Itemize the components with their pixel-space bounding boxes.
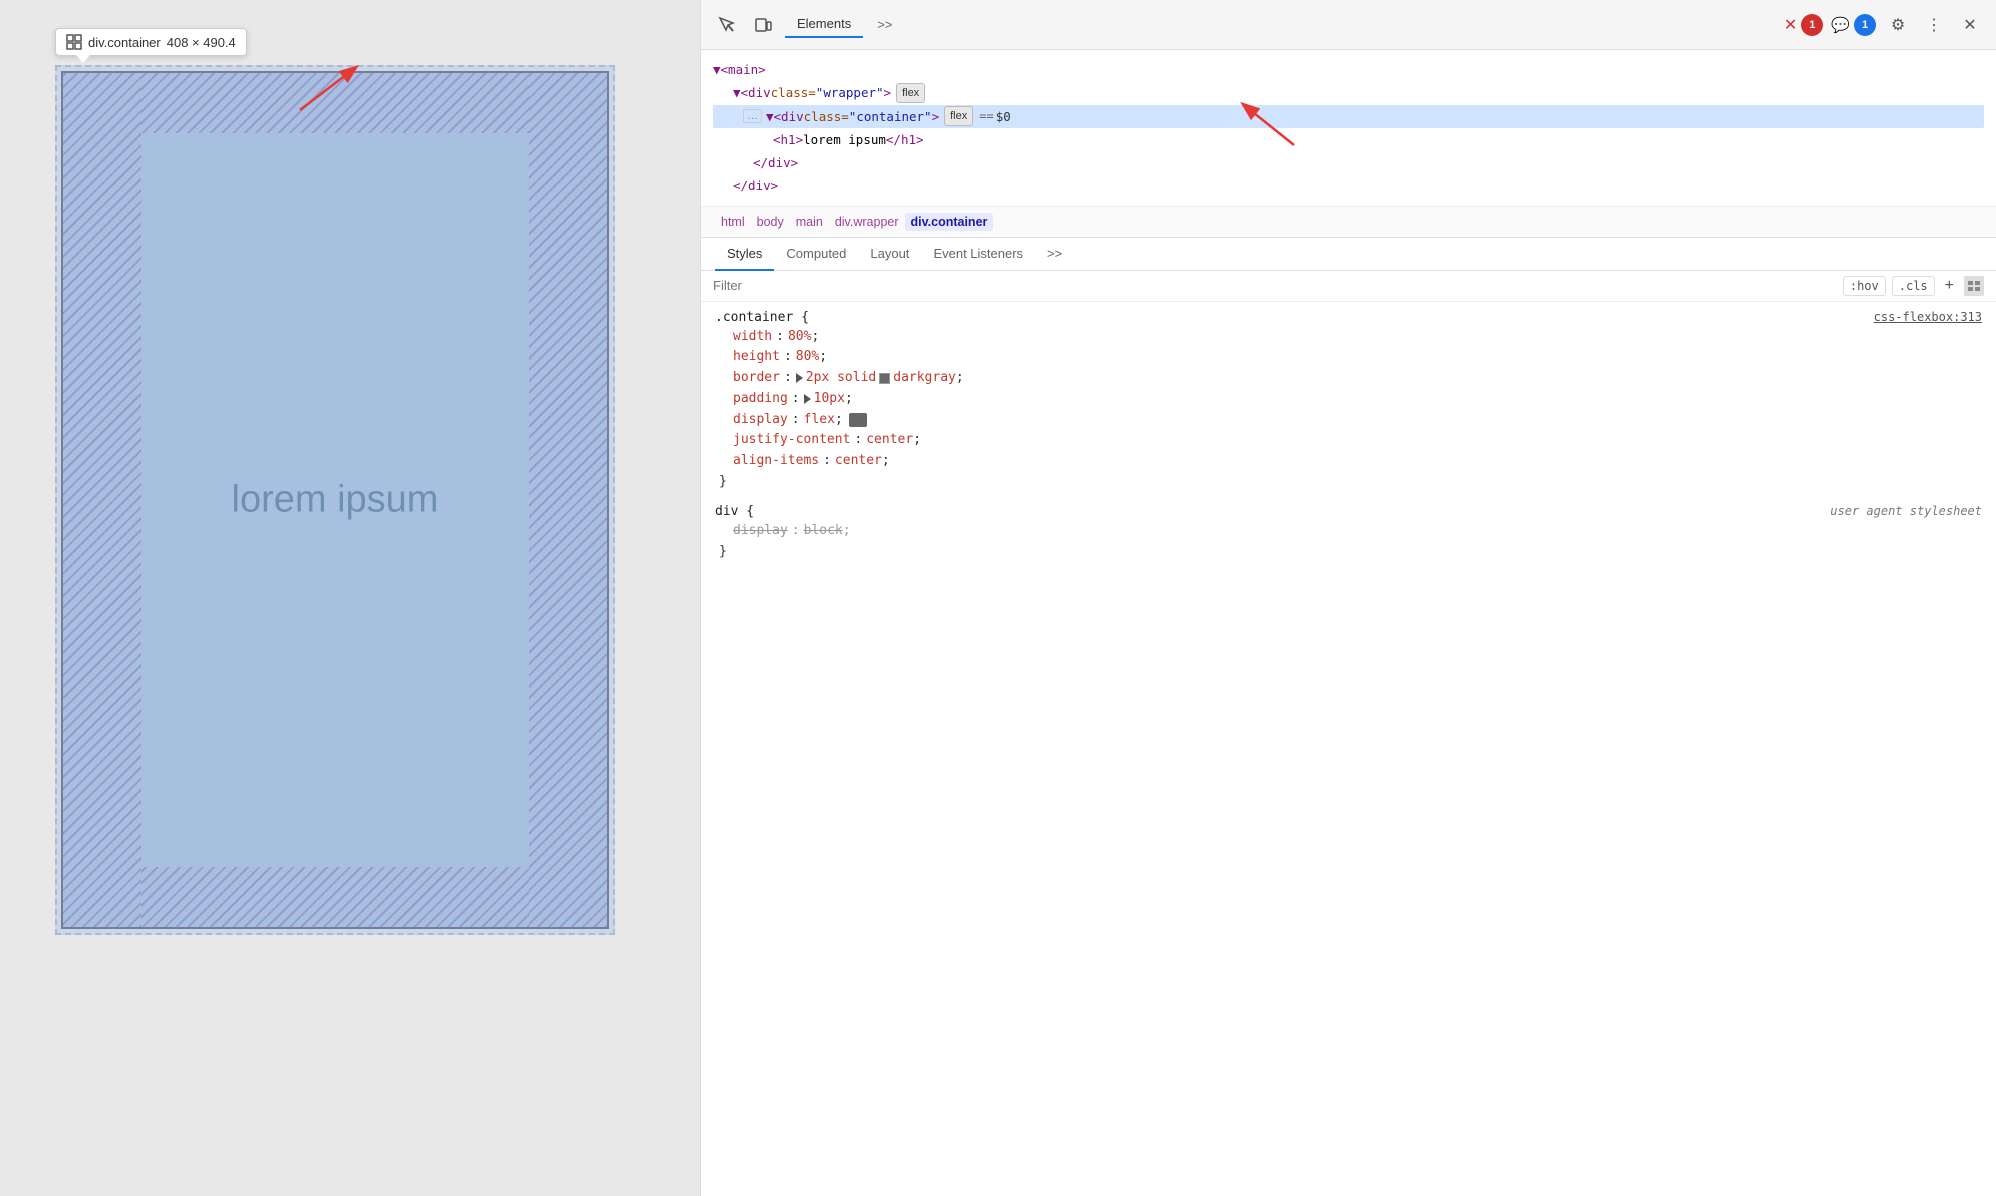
toggle-styles-button[interactable] xyxy=(1964,276,1984,296)
tab-event-listeners[interactable]: Event Listeners xyxy=(921,238,1035,271)
breadcrumb-html[interactable]: html xyxy=(715,213,751,231)
filter-tools: :hov .cls + xyxy=(1843,275,1984,297)
device-toolbar-button[interactable] xyxy=(749,11,777,39)
css-rules-panel: .container { css-flexbox:313 width : 80%… xyxy=(701,302,1996,1196)
padding-bottom-visual xyxy=(141,867,529,927)
breadcrumb: html body main div.wrapper div.container xyxy=(701,207,1996,238)
settings-button[interactable]: ⚙ xyxy=(1884,11,1912,39)
css-prop-padding[interactable]: padding : 10px ; xyxy=(715,389,1982,410)
preview-container: lorem ipsum xyxy=(61,71,609,929)
preview-outer-wrapper: lorem ipsum xyxy=(55,65,615,935)
padding-right-visual xyxy=(529,73,607,927)
css-prop-width[interactable]: width : 80% ; xyxy=(715,327,1982,348)
dom-tree: ▼<main> ▼<div class="wrapper" > flex … ▼… xyxy=(701,50,1996,207)
dom-line-h1[interactable]: <h1> lorem ipsum </h1> xyxy=(713,128,1984,151)
add-style-button[interactable]: + xyxy=(1941,275,1958,297)
css-close-brace-div: } xyxy=(715,542,1982,560)
messages-badge-container[interactable]: 💬 1 xyxy=(1831,14,1876,36)
breadcrumb-main[interactable]: main xyxy=(790,213,829,231)
tab-more[interactable]: >> xyxy=(865,12,904,37)
tab-computed[interactable]: Computed xyxy=(774,238,858,271)
dom-line-main[interactable]: ▼<main> xyxy=(713,58,1984,81)
breadcrumb-divcontainer[interactable]: div.container xyxy=(905,213,994,231)
css-prop-border[interactable]: border : 2px solid darkgray ; xyxy=(715,368,1982,389)
tab-styles[interactable]: Styles xyxy=(715,238,774,271)
messages-badge: 1 xyxy=(1854,14,1876,36)
devtools-header: Elements >> ✕ 1 💬 1 ⚙ ⋮ ✕ xyxy=(701,0,1996,50)
dom-line-close-wrapper[interactable]: </div> xyxy=(713,174,1984,197)
css-selector-container[interactable]: .container { xyxy=(715,310,809,325)
tab-more-sub[interactable]: >> xyxy=(1035,238,1074,271)
css-rule-container: .container { css-flexbox:313 width : 80%… xyxy=(715,310,1982,491)
cls-button[interactable]: .cls xyxy=(1892,276,1935,296)
css-selector-container-line: .container { css-flexbox:313 xyxy=(715,310,1982,325)
border-color-swatch[interactable] xyxy=(879,373,890,384)
css-prop-height[interactable]: height : 80% ; xyxy=(715,347,1982,368)
css-prop-align-items[interactable]: align-items : center ; xyxy=(715,451,1982,472)
flex-layout-icon[interactable] xyxy=(849,413,867,427)
browser-preview: div.container 408 × 490.4 lorem ipsum xyxy=(0,0,700,1196)
breadcrumb-body[interactable]: body xyxy=(751,213,790,231)
padding-left-visual xyxy=(63,73,141,927)
css-prop-display-struck[interactable]: display : block ; xyxy=(715,521,1982,542)
inspect-button[interactable] xyxy=(713,11,741,39)
errors-badge-container[interactable]: ✕ 1 xyxy=(1784,14,1823,36)
padding-top-visual xyxy=(141,73,529,133)
element-icon xyxy=(66,34,82,50)
css-source-useragent: user agent stylesheet xyxy=(1830,504,1982,518)
css-source-container[interactable]: css-flexbox:313 xyxy=(1874,310,1982,324)
sub-tabs: Styles Computed Layout Event Listeners >… xyxy=(701,238,1996,271)
errors-badge: 1 xyxy=(1801,14,1823,36)
css-rule-div: div { user agent stylesheet display : bl… xyxy=(715,504,1982,560)
css-close-brace-container: } xyxy=(715,472,1982,490)
filter-input[interactable] xyxy=(713,278,1835,293)
css-selector-div-line: div { user agent stylesheet xyxy=(715,504,1982,519)
css-prop-display[interactable]: display : flex ; xyxy=(715,410,1982,431)
breadcrumb-divwrapper[interactable]: div.wrapper xyxy=(829,213,905,231)
hov-button[interactable]: :hov xyxy=(1843,276,1886,296)
css-selector-div[interactable]: div { xyxy=(715,504,754,519)
tab-layout[interactable]: Layout xyxy=(858,238,921,271)
preview-element-text: lorem ipsum xyxy=(232,479,439,522)
tooltip-dimensions: 408 × 490.4 xyxy=(167,35,236,50)
tab-elements[interactable]: Elements xyxy=(785,11,863,38)
element-tooltip: div.container 408 × 490.4 xyxy=(55,28,247,56)
devtools-main-tabs: Elements >> xyxy=(785,11,1776,38)
close-devtools-button[interactable]: ✕ xyxy=(1956,11,1984,39)
tooltip-classname: div.container xyxy=(88,35,161,50)
devtools-panel: Elements >> ✕ 1 💬 1 ⚙ ⋮ ✕ ▼<main> ▼<div … xyxy=(700,0,1996,1196)
ellipsis-expand-btn[interactable]: … xyxy=(743,109,762,123)
more-options-button[interactable]: ⋮ xyxy=(1920,11,1948,39)
filter-bar: :hov .cls + xyxy=(701,271,1996,302)
dom-line-close-container[interactable]: </div> xyxy=(713,151,1984,174)
devtools-header-right: ✕ 1 💬 1 ⚙ ⋮ ✕ xyxy=(1784,11,1984,39)
css-prop-justify-content[interactable]: justify-content : center ; xyxy=(715,430,1982,451)
dom-line-wrapper[interactable]: ▼<div class="wrapper" > flex xyxy=(713,81,1984,104)
dom-line-container[interactable]: … ▼<div class="container" > flex == $0 xyxy=(713,105,1984,128)
